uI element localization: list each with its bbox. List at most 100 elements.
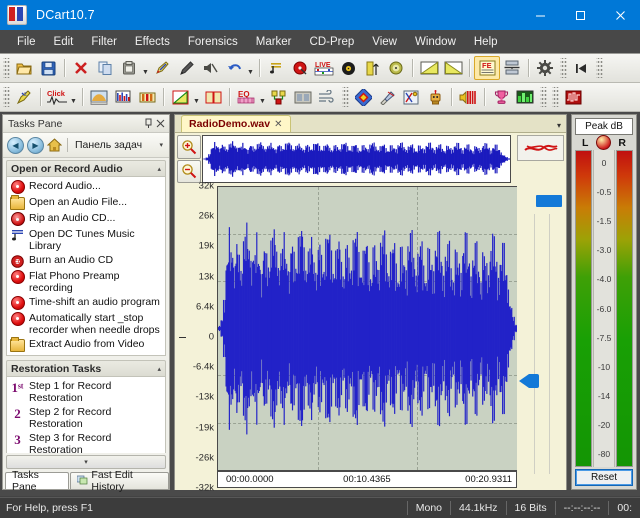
brush-noise-icon[interactable]	[375, 86, 399, 108]
menu-file[interactable]: File	[8, 33, 45, 51]
chevron-down-icon[interactable]: ▾	[557, 121, 561, 130]
chevron-up-icon[interactable]: ▴	[157, 165, 161, 173]
live-icon[interactable]: LIVE	[312, 57, 336, 79]
multifilter-icon[interactable]	[267, 86, 291, 108]
spectrum-view-icon[interactable]	[87, 86, 111, 108]
close-icon[interactable]: ✕	[274, 119, 282, 130]
denoise-wind-icon[interactable]	[315, 86, 339, 108]
forward-arrow-icon[interactable]: ▶	[27, 136, 44, 154]
trophy-icon[interactable]	[489, 86, 513, 108]
clock-icon[interactable]	[384, 57, 408, 79]
ff-icon[interactable]: FE	[474, 56, 500, 80]
delete-icon[interactable]	[69, 57, 93, 79]
record-cd-icon[interactable]	[288, 57, 312, 79]
copy-icon[interactable]	[93, 57, 117, 79]
waveform-canvas[interactable]	[217, 186, 517, 471]
slider-thumb-body[interactable]	[529, 374, 539, 388]
mute-icon[interactable]	[198, 57, 222, 79]
task-step-1[interactable]: 1ˢᵗ Step 1 for Record Restoration	[7, 379, 165, 405]
menu-view[interactable]: View	[363, 33, 406, 51]
tasks-pane-scroll-more[interactable]: ▾	[6, 455, 166, 469]
home-icon[interactable]	[46, 138, 63, 152]
menu-cd-prep[interactable]: CD-Prep	[301, 33, 364, 51]
pencil-icon[interactable]	[174, 57, 198, 79]
clip-indicator[interactable]	[595, 135, 611, 150]
speaker-bars-icon[interactable]	[456, 86, 480, 108]
undo-dropdown-caret[interactable]: ▼	[246, 54, 255, 82]
tab-tasks-pane[interactable]: Tasks Pane	[5, 469, 70, 493]
task-step-3[interactable]: 3 Step 3 for Record Restoration	[7, 431, 165, 453]
toolbar-grip[interactable]	[560, 58, 567, 78]
pin-icon[interactable]	[142, 117, 154, 131]
fade-in-icon[interactable]	[417, 57, 441, 79]
waveform-thumb-icon[interactable]	[517, 135, 564, 161]
slider-thumb-top[interactable]	[536, 195, 562, 207]
histogram-icon[interactable]	[111, 86, 135, 108]
waveform-red-icon[interactable]	[561, 86, 585, 108]
music-note-icon[interactable]	[264, 57, 288, 79]
eq-icon[interactable]: EQ	[234, 86, 258, 108]
toolbar-grip[interactable]	[3, 87, 10, 107]
back-arrow-icon[interactable]: ◀	[7, 136, 24, 154]
menu-marker[interactable]: Marker	[247, 33, 301, 51]
gem-filter-icon[interactable]	[351, 86, 375, 108]
book-open-icon[interactable]	[201, 86, 225, 108]
task-record-audio[interactable]: Record Audio...	[7, 179, 165, 195]
close-icon[interactable]	[154, 117, 166, 131]
paste-dropdown-caret[interactable]: ▼	[141, 54, 150, 82]
chevron-up-icon[interactable]: ▴	[157, 365, 161, 373]
menu-help[interactable]: Help	[465, 33, 507, 51]
task-open-audio-file[interactable]: Open an Audio File...	[7, 194, 165, 211]
menu-effects[interactable]: Effects	[126, 33, 179, 51]
overview-waveform[interactable]	[202, 135, 511, 183]
toolbar-grip[interactable]	[3, 58, 10, 78]
undo-icon[interactable]	[222, 57, 246, 79]
task-burn-audio-cd[interactable]: CD Burn an Audio CD	[7, 253, 165, 269]
menu-window[interactable]: Window	[406, 33, 465, 51]
task-step-2[interactable]: 2 Step 2 for Record Restoration	[7, 405, 165, 431]
declip-dropdown-caret[interactable]: ▼	[192, 83, 201, 111]
zoom-in-icon[interactable]	[177, 135, 201, 159]
edit-marker-icon[interactable]	[150, 57, 174, 79]
skip-back-icon[interactable]	[569, 57, 593, 79]
fade-out-icon[interactable]	[441, 57, 465, 79]
info-up-icon[interactable]	[360, 57, 384, 79]
toolbar-grip[interactable]	[552, 87, 559, 107]
open-file-icon[interactable]	[12, 57, 36, 79]
menu-forensics[interactable]: Forensics	[179, 33, 247, 51]
group-header[interactable]: Restoration Tasks ▴	[6, 360, 166, 377]
toolbar-grip[interactable]	[596, 58, 603, 78]
zoom-out-icon[interactable]	[177, 159, 201, 183]
vinyl-icon[interactable]	[336, 57, 360, 79]
task-extract-audio-from-video[interactable]: Extract Audio from Video	[7, 336, 165, 353]
settings-gear-icon[interactable]	[533, 57, 557, 79]
paste-icon[interactable]	[117, 57, 141, 79]
task-open-dc-tunes[interactable]: Open DC Tunes Music Library	[7, 227, 165, 253]
menu-filter[interactable]: Filter	[82, 33, 126, 51]
document-tab-radiodemo[interactable]: RadioDemo.wav ✕	[181, 115, 291, 132]
declick-wand-icon[interactable]: z	[12, 86, 36, 108]
toolbar-grip[interactable]	[342, 87, 349, 107]
declip-icon[interactable]	[168, 86, 192, 108]
chevron-down-icon[interactable]: ▾	[159, 141, 165, 149]
task-flat-phono-preamp[interactable]: Flat Phono Preamp recording	[7, 269, 165, 295]
task-time-shift[interactable]: Time-shift an audio program	[7, 295, 165, 311]
robot-forensics-icon[interactable]	[423, 86, 447, 108]
levels-icon[interactable]	[135, 86, 159, 108]
reset-button[interactable]: Reset	[575, 469, 633, 486]
save-icon[interactable]	[36, 57, 60, 79]
minimize-icon[interactable]	[520, 0, 560, 30]
stereo-field-icon[interactable]	[291, 86, 315, 108]
task-auto-start-stop[interactable]: Automatically start _stop recorder when …	[7, 311, 165, 337]
tab-fast-edit-history[interactable]: Fast Edit History	[70, 469, 169, 493]
task-rip-audio-cd[interactable]: Rip an Audio CD...	[7, 211, 165, 227]
slider-thumb-pointer[interactable]	[519, 374, 529, 388]
click-dropdown-caret[interactable]: ▼	[69, 83, 78, 111]
close-icon[interactable]	[600, 0, 640, 30]
scissors-edit-icon[interactable]	[399, 86, 423, 108]
vertical-zoom-slider[interactable]	[518, 186, 564, 488]
align-icon[interactable]	[500, 57, 524, 79]
menu-edit[interactable]: Edit	[45, 33, 83, 51]
group-header[interactable]: Open or Record Audio ▴	[6, 160, 166, 177]
eq-dropdown-caret[interactable]: ▼	[258, 83, 267, 111]
